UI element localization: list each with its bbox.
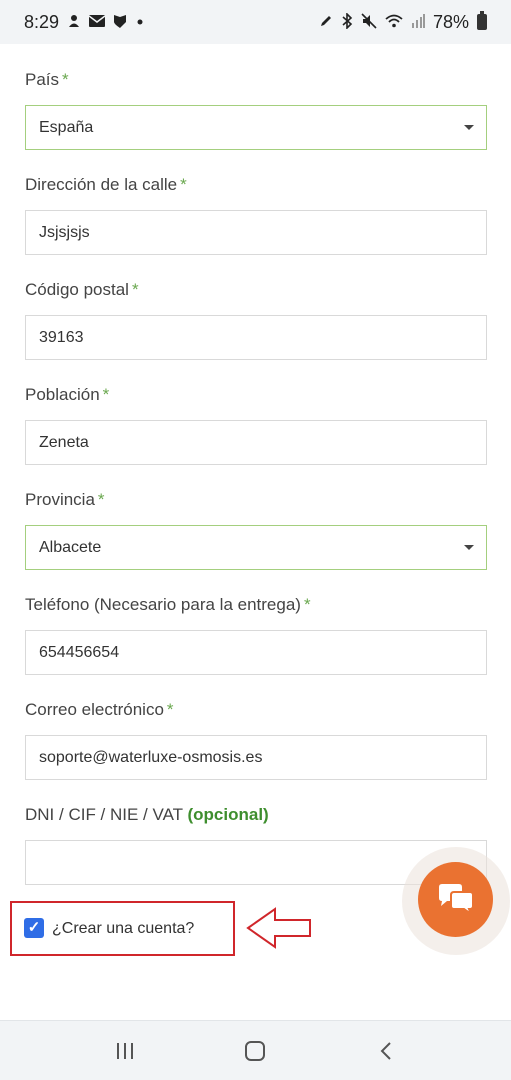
status-bar: 8:29 78% bbox=[0, 0, 511, 44]
postal-code-input[interactable]: 39163 bbox=[25, 315, 487, 360]
street-field: Dirección de la calle * Jsjsjsjs bbox=[25, 173, 487, 255]
country-value: España bbox=[39, 119, 94, 136]
email-label: Correo electrónico * bbox=[25, 698, 487, 722]
mute-icon bbox=[361, 12, 377, 32]
province-label: Provincia * bbox=[25, 488, 487, 512]
street-label-text: Dirección de la calle bbox=[25, 175, 178, 194]
email-label-text: Correo electrónico bbox=[25, 700, 164, 719]
shield-icon bbox=[113, 14, 127, 31]
postal-code-value: 39163 bbox=[39, 329, 84, 346]
required-marker: * bbox=[102, 385, 110, 404]
email-input[interactable]: soporte@waterluxe-osmosis.es bbox=[25, 735, 487, 780]
status-time: 8:29 bbox=[24, 11, 60, 32]
mail-icon bbox=[88, 14, 106, 30]
city-label: Población * bbox=[25, 383, 487, 407]
chevron-down-icon bbox=[464, 125, 474, 130]
status-left: 8:29 bbox=[24, 12, 145, 33]
required-marker: * bbox=[97, 490, 105, 509]
province-field: Provincia * Albacete bbox=[25, 488, 487, 570]
chat-bubbles-icon bbox=[438, 883, 474, 917]
phone-label: Teléfono (Necesario para la entrega) * bbox=[25, 593, 487, 617]
required-marker: * bbox=[303, 595, 311, 614]
province-value: Albacete bbox=[39, 539, 102, 556]
battery-icon bbox=[477, 11, 487, 30]
city-input[interactable]: Zeneta bbox=[25, 420, 487, 465]
chevron-down-icon bbox=[464, 545, 474, 550]
dot-icon bbox=[135, 15, 145, 30]
tax-id-label: DNI / CIF / NIE / VAT (opcional) bbox=[25, 803, 487, 827]
pen-icon bbox=[319, 14, 333, 31]
email-field: Correo electrónico * soporte@waterluxe-os… bbox=[25, 698, 487, 780]
province-select[interactable]: Albacete bbox=[25, 525, 487, 570]
annotation-arrow-icon bbox=[246, 907, 311, 949]
city-value: Zeneta bbox=[39, 434, 89, 451]
phone-input[interactable]: 654456654 bbox=[25, 630, 487, 675]
postal-code-field: Código postal * 39163 bbox=[25, 278, 487, 360]
country-label-text: País bbox=[25, 70, 60, 89]
phone-field: Teléfono (Necesario para la entrega) * 65… bbox=[25, 593, 487, 675]
required-marker: * bbox=[180, 175, 187, 194]
postal-code-label: Código postal * bbox=[25, 278, 487, 302]
country-field: País * España bbox=[25, 68, 487, 150]
create-account-label[interactable]: ¿Crear una cuenta? bbox=[52, 918, 194, 940]
street-input[interactable]: Jsjsjsjs bbox=[25, 210, 487, 255]
required-marker: * bbox=[131, 280, 139, 299]
postal-code-label-text: Código postal bbox=[25, 280, 129, 299]
required-marker: * bbox=[62, 70, 69, 89]
province-label-text: Provincia bbox=[25, 490, 95, 509]
country-label: País * bbox=[25, 68, 487, 92]
wifi-icon bbox=[385, 14, 403, 31]
city-label-text: Población bbox=[25, 385, 100, 404]
create-account-checkbox[interactable]: ✓ bbox=[24, 918, 44, 938]
chat-button[interactable] bbox=[418, 862, 493, 937]
status-right: 78% bbox=[319, 11, 487, 33]
phone-value: 654456654 bbox=[39, 644, 120, 661]
signal-icon bbox=[411, 13, 425, 31]
battery-percent: 78% bbox=[432, 11, 469, 32]
optional-marker: (opcional) bbox=[187, 805, 269, 824]
back-icon[interactable] bbox=[356, 1031, 416, 1071]
email-value: soporte@waterluxe-osmosis.es bbox=[39, 749, 263, 766]
tax-id-label-text: DNI / CIF / NIE / VAT bbox=[25, 805, 183, 824]
country-select[interactable]: España bbox=[25, 105, 487, 150]
street-value: Jsjsjsjs bbox=[39, 224, 90, 241]
bluetooth-icon bbox=[341, 11, 353, 32]
notification-icon bbox=[67, 14, 81, 31]
navigation-bar bbox=[0, 1020, 511, 1080]
home-icon[interactable] bbox=[225, 1031, 285, 1071]
recent-apps-icon[interactable] bbox=[95, 1031, 155, 1071]
required-marker: * bbox=[166, 700, 174, 719]
city-field: Población * Zeneta bbox=[25, 383, 487, 465]
street-label: Dirección de la calle * bbox=[25, 173, 487, 197]
phone-label-text: Teléfono (Necesario para la entrega) bbox=[25, 595, 301, 614]
